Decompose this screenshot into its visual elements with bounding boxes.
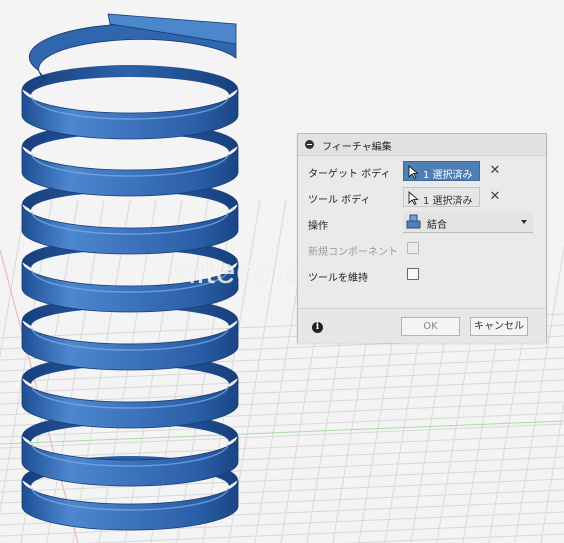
ok-button[interactable]: OK <box>401 317 460 336</box>
keep-tools-checkbox[interactable] <box>407 268 419 280</box>
cancel-button[interactable]: キャンセル <box>470 317 528 336</box>
tool-body-select-button[interactable]: 1 選択済み <box>403 187 480 207</box>
target-body-label: ターゲット ボディ <box>308 169 391 180</box>
new-component-checkbox[interactable] <box>407 242 419 254</box>
tool-body-value: 1 選択済み <box>423 196 473 207</box>
info-icon[interactable]: i <box>312 322 323 333</box>
clear-target-icon[interactable]: ✕ <box>488 164 502 178</box>
combine-icon <box>406 214 421 229</box>
feature-edit-dialog: フィーチャ編集 ターゲット ボディ 1 選択済み ✕ ツール ボディ 1 選択済… <box>297 133 547 343</box>
select-arrow-icon <box>408 165 419 179</box>
dialog-header[interactable]: フィーチャ編集 <box>298 134 546 156</box>
tool-body-label: ツール ボディ <box>308 195 371 206</box>
new-component-label: 新規コンポーネント <box>308 247 398 258</box>
chevron-down-icon <box>521 220 527 224</box>
collapse-icon[interactable] <box>305 140 314 149</box>
operation-label: 操作 <box>308 221 328 232</box>
dialog-title: フィーチャ編集 <box>322 142 392 153</box>
clear-tool-icon[interactable]: ✕ <box>488 190 502 204</box>
dialog-footer: i OK キャンセル <box>298 308 546 343</box>
operation-dropdown[interactable]: 結合 <box>403 211 533 233</box>
target-body-value: 1 選択済み <box>423 170 473 181</box>
select-arrow-icon <box>408 191 419 205</box>
target-body-select-button[interactable]: 1 選択済み <box>403 161 480 181</box>
keep-tools-label: ツールを維持 <box>308 273 368 284</box>
operation-value: 結合 <box>427 220 447 231</box>
